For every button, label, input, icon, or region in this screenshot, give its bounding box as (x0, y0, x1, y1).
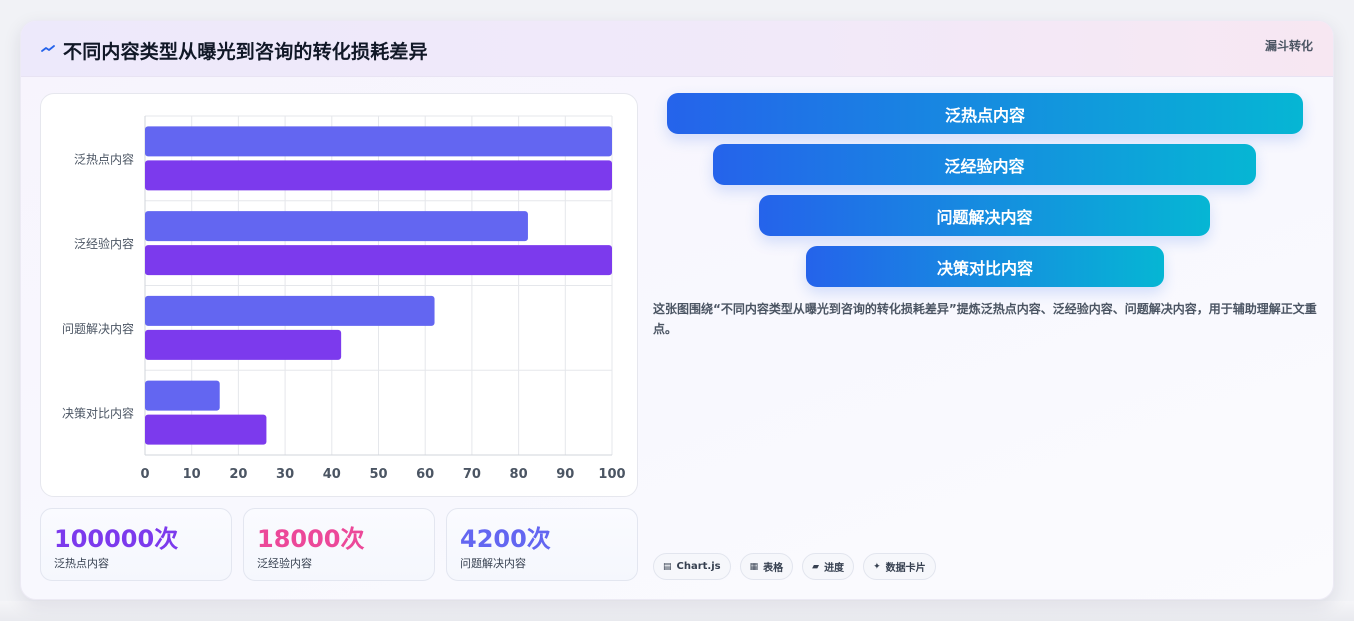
x-tick-label: 40 (323, 467, 341, 482)
bar (145, 329, 342, 360)
x-tick-label: 20 (229, 467, 247, 482)
chart-description: 这张图围绕“不同内容类型从曝光到咨询的转化损耗差异”提炼泛热点内容、泛经验内容、… (653, 302, 1317, 336)
funnel-stage-2: 泛经验内容 (713, 144, 1256, 185)
chip-label: 数据卡片 (885, 563, 926, 574)
x-tick-label: 70 (463, 467, 481, 482)
x-tick-label: 100 (598, 467, 625, 482)
funnel-stage-1: 泛热点内容 (667, 93, 1303, 134)
wave-line-icon (41, 45, 55, 52)
bar (145, 414, 267, 445)
funnel-stage-3: 问题解决内容 (759, 195, 1210, 236)
stat-card-3: 4200次 问题解决内容 (446, 508, 638, 581)
chip-table[interactable]: ▦ 表格 (739, 553, 794, 580)
stat-card-1: 100000次 泛热点内容 (40, 508, 232, 581)
category-tag: 漏斗转化 (1264, 39, 1313, 53)
x-tick-label: 0 (140, 467, 149, 482)
x-tick-label: 50 (369, 467, 387, 482)
bar (145, 211, 528, 242)
bar (145, 380, 220, 411)
stat-value: 100000次 (54, 525, 179, 553)
stat-label: 泛经验内容 (257, 557, 312, 570)
chip-chartjs[interactable]: ▤ Chart.js (653, 553, 731, 580)
horizontal-bar-chart: 0 10 20 30 40 50 60 70 80 90 100 泛热点内容泛经验内容问题解决内容决策… (62, 115, 626, 482)
chip-progress[interactable]: ▰ 进度 (802, 553, 855, 580)
card-title: 不同内容类型从曝光到咨询的转化损耗差异 (63, 41, 428, 63)
x-tick-label: 30 (276, 467, 294, 482)
y-category-label: 决策对比内容 (62, 406, 134, 421)
bar (145, 295, 435, 326)
y-category-label: 问题解决内容 (62, 321, 134, 336)
x-tick-label: 10 (183, 467, 201, 482)
content-card: 不同内容类型从曝光到咨询的转化损耗差异 漏斗转化 0 10 20 30 40 50 60 70… (20, 20, 1334, 600)
stat-card-2: 18000次 泛经验内容 (243, 508, 435, 581)
page-bottom-strip (0, 601, 1354, 621)
tech-chips: ▤ Chart.js ▦ 表格 ▰ 进度 ✦ 数据卡片 (653, 553, 936, 580)
x-tick-label: 90 (556, 467, 574, 482)
chart-icon: ▤ (663, 561, 672, 572)
chip-label: 进度 (824, 563, 845, 574)
chip-label: 表格 (763, 563, 784, 574)
x-tick-label: 60 (416, 467, 434, 482)
sparkle-icon: ✦ (873, 561, 881, 572)
stat-label: 泛热点内容 (54, 557, 109, 570)
bar (145, 126, 612, 157)
stat-value: 18000次 (257, 525, 365, 553)
chip-data-card[interactable]: ✦ 数据卡片 (863, 553, 936, 580)
y-category-label: 泛热点内容 (74, 151, 134, 166)
chip-label: Chart.js (676, 561, 721, 572)
card-header: 不同内容类型从曝光到咨询的转化损耗差异 漏斗转化 (21, 21, 1333, 77)
progress-icon: ▰ (812, 561, 820, 572)
table-icon: ▦ (749, 561, 759, 572)
bar (145, 245, 612, 276)
y-category-label: 泛经验内容 (74, 236, 134, 251)
funnel-stage-4: 决策对比内容 (806, 246, 1164, 287)
stat-value: 4200次 (460, 525, 551, 553)
bar-chart-panel: 0 10 20 30 40 50 60 70 80 90 100 泛热点内容泛经验内容问题解决内容 决策… (40, 93, 638, 497)
stat-label: 问题解决内容 (460, 557, 526, 570)
bar (145, 160, 612, 191)
x-tick-label: 80 (510, 467, 528, 482)
